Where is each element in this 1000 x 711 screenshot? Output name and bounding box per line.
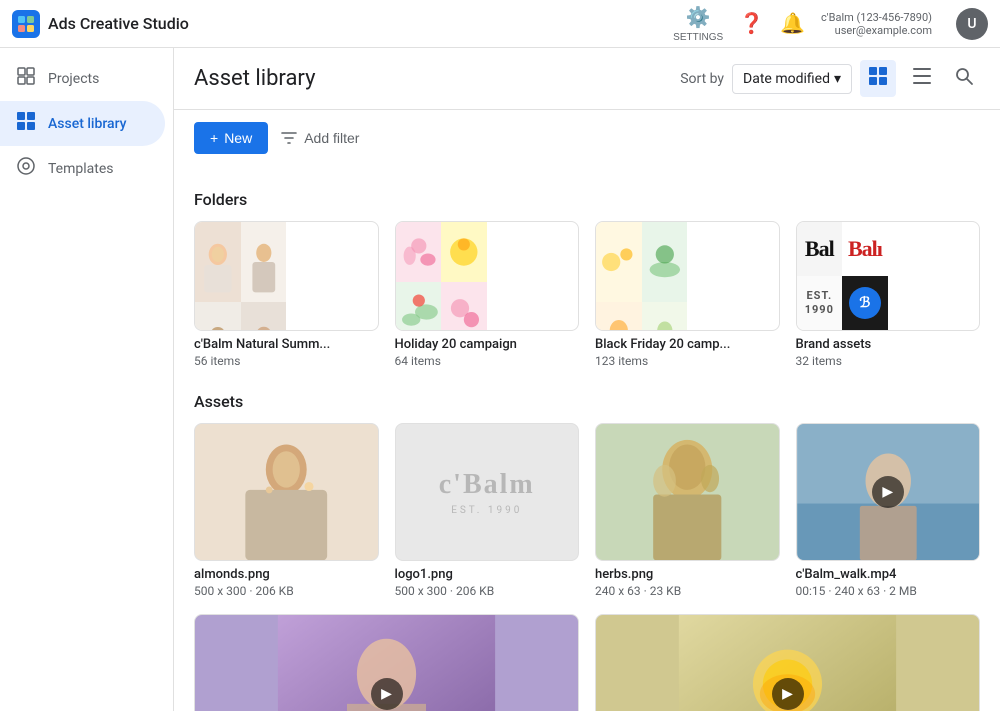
user-info: c'Balm (123-456-7890) user@example.com xyxy=(821,11,932,37)
main-layout: Projects Asset library Templates Asset l… xyxy=(0,48,1000,711)
nav-right: ⚙️ SETTINGS ❓ 🔔 c'Balm (123-456-7890) us… xyxy=(673,5,988,43)
list-item[interactable]: almonds.png 500 x 300 · 206 KB xyxy=(194,423,379,598)
table-view-button[interactable] xyxy=(904,60,940,97)
sidebar-item-templates[interactable]: Templates xyxy=(0,146,165,191)
notifications-button[interactable]: 🔔 xyxy=(780,11,805,36)
templates-icon xyxy=(16,156,36,181)
list-item[interactable]: Holiday 20 campaign 64 items xyxy=(395,221,580,368)
cards-view-button[interactable] xyxy=(860,60,896,97)
list-item[interactable]: ▶ lemon squeeze.mp4 00:15 · 240 x 63 · 2… xyxy=(595,614,980,711)
projects-icon xyxy=(16,66,36,91)
bell-icon: 🔔 xyxy=(780,11,805,36)
help-button[interactable]: ❓ xyxy=(739,11,764,36)
assets-grid: almonds.png 500 x 300 · 206 KB c'Balm ES… xyxy=(194,423,980,598)
content-area: Folders xyxy=(174,166,1000,711)
assets-grid-row2: ▶ almond drop.mp4 00:15 · 240 x 63 · 2 M… xyxy=(194,614,980,711)
new-plus-icon: + xyxy=(210,130,218,146)
user-avatar[interactable]: U xyxy=(956,8,988,40)
sort-value: Date modified xyxy=(743,71,830,87)
folders-section-title: Folders xyxy=(194,190,980,209)
sort-arrow-icon: ▾ xyxy=(834,71,841,87)
play-icon: ▶ xyxy=(371,678,403,710)
list-item[interactable]: ▶ almond drop.mp4 00:15 · 240 x 63 · 2 M… xyxy=(194,614,579,711)
app-logo xyxy=(12,10,40,38)
settings-button[interactable]: ⚙️ SETTINGS xyxy=(673,5,723,43)
sidebar: Projects Asset library Templates xyxy=(0,48,174,711)
list-item[interactable]: herbs.png 240 x 63 · 23 KB xyxy=(595,423,780,598)
actions-bar: + New Add filter xyxy=(174,110,1000,166)
projects-label: Projects xyxy=(48,71,99,87)
main-content: Asset library Sort by Date modified ▾ xyxy=(174,48,1000,711)
app-title: Ads Creative Studio xyxy=(48,14,189,33)
page-title: Asset library xyxy=(194,66,315,91)
folders-grid: c'Balm Natural Summ... 56 items xyxy=(194,221,980,368)
play-icon: ▶ xyxy=(772,678,804,710)
list-item[interactable]: Bal Balı EST. 1990 ℬ xyxy=(796,221,981,368)
sort-label: Sort by xyxy=(680,71,724,87)
list-item[interactable]: c'Balm Natural Summ... 56 items xyxy=(194,221,379,368)
sidebar-item-asset-library[interactable]: Asset library xyxy=(0,101,165,146)
help-icon: ❓ xyxy=(739,11,764,36)
settings-icon: ⚙️ xyxy=(686,5,711,30)
nav-left: Ads Creative Studio xyxy=(12,10,189,38)
toolbar-right: Sort by Date modified ▾ xyxy=(680,60,980,97)
add-filter-button[interactable]: Add filter xyxy=(280,129,359,147)
play-icon: ▶ xyxy=(872,476,904,508)
page-toolbar: Asset library Sort by Date modified ▾ xyxy=(174,48,1000,110)
assets-section-title: Assets xyxy=(194,392,980,411)
sidebar-item-projects[interactable]: Projects xyxy=(0,56,165,101)
asset-library-icon xyxy=(16,111,36,136)
list-item[interactable]: c'Balm EST. 1990 logo1.png 500 x 300 · 2… xyxy=(395,423,580,598)
list-item[interactable]: ▶ c'Balm_walk.mp4 00:15 · 240 x 63 · 2 M… xyxy=(796,423,981,598)
search-button[interactable] xyxy=(948,60,980,97)
top-nav: Ads Creative Studio ⚙️ SETTINGS ❓ 🔔 c'Ba… xyxy=(0,0,1000,48)
new-button[interactable]: + New xyxy=(194,122,268,154)
templates-label: Templates xyxy=(48,161,114,177)
asset-library-label: Asset library xyxy=(48,116,127,132)
sort-dropdown[interactable]: Date modified ▾ xyxy=(732,64,852,94)
list-item[interactable]: Black Friday 20 camp... 123 items xyxy=(595,221,780,368)
